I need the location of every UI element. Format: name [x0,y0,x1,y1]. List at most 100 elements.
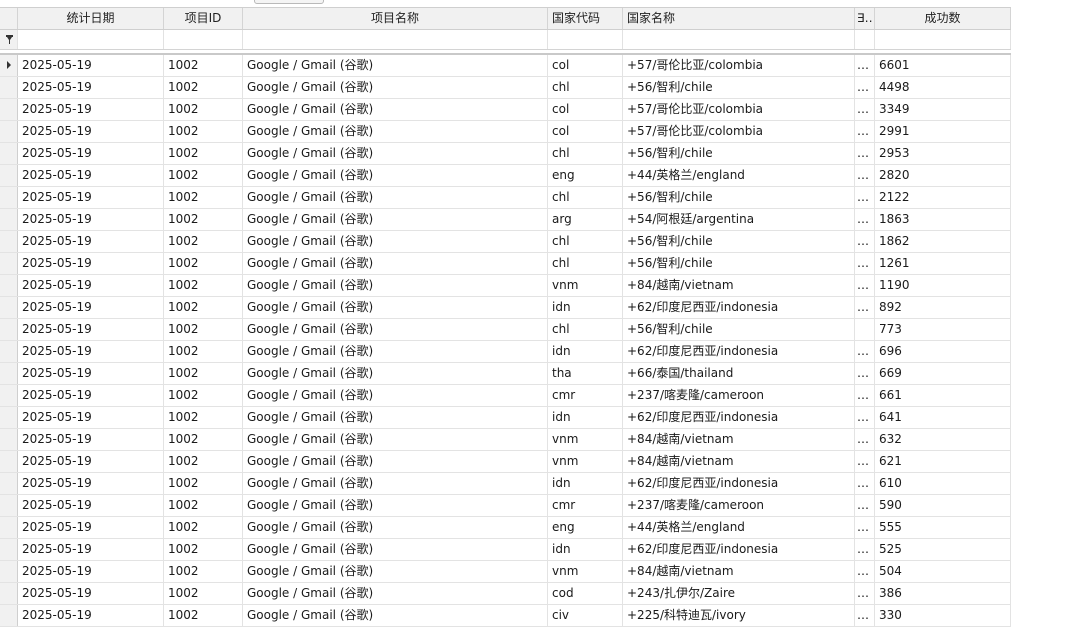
cell-project-name[interactable]: Google / Gmail (谷歌) [243,77,548,98]
row-indicator[interactable] [0,99,18,120]
cell-country-name[interactable]: +56/智利/chile [623,319,855,340]
cell-truncated[interactable]: … [855,143,875,164]
cell-truncated[interactable]: … [855,407,875,428]
cell-country-code[interactable]: chl [548,143,623,164]
table-row[interactable]: 2025-05-19 1002 Google / Gmail (谷歌) eng +44/… [0,165,1011,187]
row-indicator[interactable] [0,583,18,604]
filter-project-id-input[interactable] [164,30,243,49]
cell-country-code[interactable]: idn [548,341,623,362]
cell-project-name[interactable]: Google / Gmail (谷歌) [243,143,548,164]
cell-project-name[interactable]: Google / Gmail (谷歌) [243,363,548,384]
cell-project-id[interactable]: 1002 [164,561,243,582]
cell-country-name[interactable]: +62/印度尼西亚/indonesia [623,473,855,494]
cell-country-name[interactable]: +54/阿根廷/argentina [623,209,855,230]
cell-truncated[interactable]: … [855,429,875,450]
cell-success-count[interactable]: 1863 [875,209,1011,230]
row-indicator[interactable] [0,517,18,538]
cell-project-name[interactable]: Google / Gmail (谷歌) [243,473,548,494]
cell-truncated[interactable]: … [855,187,875,208]
header-country-name[interactable]: 国家名称 [623,8,855,29]
cell-country-code[interactable]: chl [548,77,623,98]
cell-success-count[interactable]: 590 [875,495,1011,516]
cell-date[interactable]: 2025-05-19 [18,187,164,208]
row-indicator[interactable] [0,253,18,274]
cell-project-name[interactable]: Google / Gmail (谷歌) [243,99,548,120]
row-indicator[interactable] [0,275,18,296]
cell-country-code[interactable]: cmr [548,385,623,406]
cell-project-id[interactable]: 1002 [164,187,243,208]
cell-project-name[interactable]: Google / Gmail (谷歌) [243,121,548,142]
cell-date[interactable]: 2025-05-19 [18,319,164,340]
cell-country-name[interactable]: +66/泰国/thailand [623,363,855,384]
cell-truncated[interactable]: … [855,55,875,76]
cell-project-name[interactable]: Google / Gmail (谷歌) [243,297,548,318]
cell-truncated[interactable]: … [855,473,875,494]
cell-date[interactable]: 2025-05-19 [18,385,164,406]
cell-project-name[interactable]: Google / Gmail (谷歌) [243,253,548,274]
table-row[interactable]: 2025-05-19 1002 Google / Gmail (谷歌) civ +225… [0,605,1011,627]
cell-project-name[interactable]: Google / Gmail (谷歌) [243,407,548,428]
filter-truncated-input[interactable] [855,30,875,49]
cell-success-count[interactable]: 4498 [875,77,1011,98]
cell-date[interactable]: 2025-05-19 [18,253,164,274]
cell-project-name[interactable]: Google / Gmail (谷歌) [243,539,548,560]
row-indicator[interactable] [0,363,18,384]
cell-date[interactable]: 2025-05-19 [18,55,164,76]
row-indicator[interactable] [0,429,18,450]
row-indicator[interactable] [0,77,18,98]
cell-project-id[interactable]: 1002 [164,275,243,296]
cell-truncated[interactable]: … [855,341,875,362]
cell-country-code[interactable]: chl [548,319,623,340]
cell-project-id[interactable]: 1002 [164,55,243,76]
cell-success-count[interactable]: 386 [875,583,1011,604]
cell-project-name[interactable]: Google / Gmail (谷歌) [243,385,548,406]
cell-truncated[interactable]: … [855,605,875,626]
cell-country-code[interactable]: arg [548,209,623,230]
cell-date[interactable]: 2025-05-19 [18,341,164,362]
table-row[interactable]: 2025-05-19 1002 Google / Gmail (谷歌) chl +56/… [0,77,1011,99]
cell-success-count[interactable]: 696 [875,341,1011,362]
row-indicator[interactable] [0,473,18,494]
cell-date[interactable]: 2025-05-19 [18,99,164,120]
cell-project-id[interactable]: 1002 [164,143,243,164]
cell-truncated[interactable]: … [855,363,875,384]
header-country-code[interactable]: 国家代码 [548,8,623,29]
cell-success-count[interactable]: 632 [875,429,1011,450]
cell-country-name[interactable]: +44/英格兰/england [623,165,855,186]
cell-success-count[interactable]: 661 [875,385,1011,406]
cell-truncated[interactable]: … [855,451,875,472]
cell-truncated[interactable]: … [855,385,875,406]
cell-project-name[interactable]: Google / Gmail (谷歌) [243,429,548,450]
table-row[interactable]: 2025-05-19 1002 Google / Gmail (谷歌) eng +44/… [0,517,1011,539]
table-row[interactable]: 2025-05-19 1002 Google / Gmail (谷歌) idn +62/… [0,539,1011,561]
cell-project-id[interactable]: 1002 [164,341,243,362]
row-indicator[interactable] [0,495,18,516]
cell-country-name[interactable]: +84/越南/vietnam [623,451,855,472]
cell-date[interactable]: 2025-05-19 [18,231,164,252]
cell-project-name[interactable]: Google / Gmail (谷歌) [243,55,548,76]
row-indicator[interactable] [0,121,18,142]
cell-country-name[interactable]: +62/印度尼西亚/indonesia [623,539,855,560]
cell-project-id[interactable]: 1002 [164,319,243,340]
cell-date[interactable]: 2025-05-19 [18,517,164,538]
cell-project-id[interactable]: 1002 [164,363,243,384]
row-indicator[interactable] [0,341,18,362]
cell-project-name[interactable]: Google / Gmail (谷歌) [243,187,548,208]
cell-date[interactable]: 2025-05-19 [18,209,164,230]
cell-project-name[interactable]: Google / Gmail (谷歌) [243,209,548,230]
filter-country-name-input[interactable] [623,30,855,49]
cell-country-name[interactable]: +84/越南/vietnam [623,561,855,582]
row-indicator[interactable] [0,231,18,252]
cell-country-code[interactable]: vnm [548,275,623,296]
cell-project-id[interactable]: 1002 [164,451,243,472]
cell-project-name[interactable]: Google / Gmail (谷歌) [243,341,548,362]
cell-country-name[interactable]: +57/哥伦比亚/colombia [623,55,855,76]
cell-country-name[interactable]: +56/智利/chile [623,253,855,274]
cell-date[interactable]: 2025-05-19 [18,451,164,472]
row-indicator[interactable] [0,297,18,318]
cell-project-id[interactable]: 1002 [164,77,243,98]
cell-success-count[interactable]: 621 [875,451,1011,472]
cell-project-id[interactable]: 1002 [164,495,243,516]
row-indicator[interactable] [0,319,18,340]
cell-country-code[interactable]: vnm [548,429,623,450]
